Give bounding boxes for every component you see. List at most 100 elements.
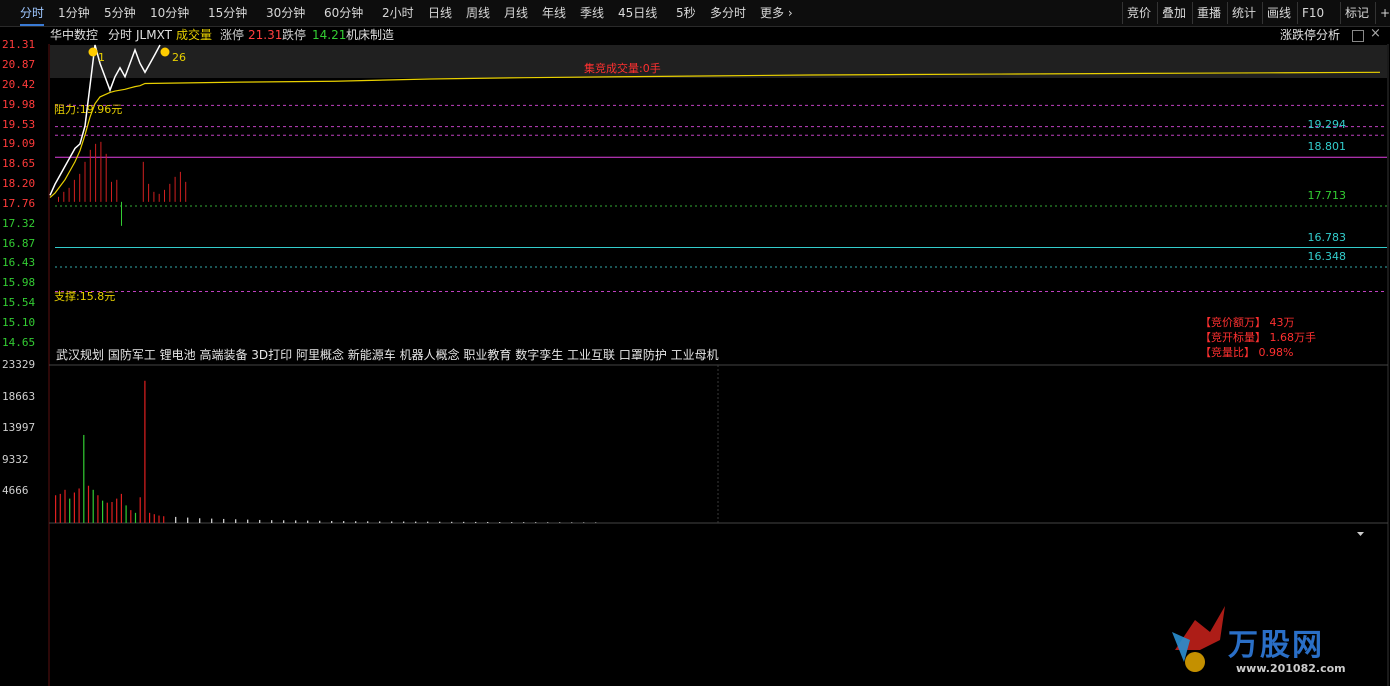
volume-bar	[153, 514, 155, 523]
high-marker-2[interactable]	[160, 47, 170, 57]
volume-bar	[102, 500, 104, 523]
momentum-bar	[63, 191, 65, 202]
price-tick: 19.09	[2, 137, 36, 151]
level-value: 16.348	[1307, 250, 1347, 264]
volume-bar	[547, 522, 549, 523]
high-marker-1[interactable]	[88, 47, 98, 57]
marker-label-2: 26	[172, 51, 186, 64]
volume-bar	[120, 493, 122, 523]
volume-bar	[247, 519, 249, 523]
auction-stat-value: 43万	[1266, 316, 1295, 329]
momentum-bar	[105, 153, 107, 202]
momentum-bar	[84, 161, 86, 202]
volume-bar	[130, 510, 132, 523]
volume-bar	[415, 521, 417, 523]
momentum-bar	[58, 196, 59, 202]
price-tick: 19.53	[2, 117, 36, 131]
momentum-bar	[185, 181, 187, 202]
support-label: 支撑:15.8元	[54, 290, 116, 303]
volume-bar	[511, 522, 513, 523]
momentum-bar	[73, 179, 75, 202]
auction-stat-row: 【竞价额万】 43万	[1200, 316, 1295, 329]
level-value: 18.801	[1307, 140, 1347, 154]
volume-bar	[535, 522, 537, 523]
price-tick: 18.65	[2, 157, 36, 171]
momentum-bar	[142, 161, 144, 202]
dropdown-icon[interactable]	[1357, 532, 1364, 536]
intraday-chart[interactable]	[0, 0, 1390, 686]
level-value: 16.783	[1307, 230, 1347, 244]
momentum-bar	[121, 201, 122, 226]
volume-bar	[55, 495, 57, 523]
volume-bar	[259, 519, 261, 523]
auction-volume-label: 集竞成交量:0手	[584, 62, 661, 75]
volume-bar	[307, 520, 309, 523]
volume-bar	[223, 518, 225, 523]
price-tick: 16.43	[2, 256, 36, 270]
volume-bar	[211, 518, 213, 523]
volume-bar	[111, 502, 113, 523]
price-tick: 17.76	[2, 196, 36, 210]
price-tick: 15.10	[2, 315, 36, 329]
volume-bar	[92, 489, 94, 523]
auction-stat-value: 0.98%	[1255, 346, 1294, 359]
volume-bar	[475, 521, 477, 523]
volume-bar	[83, 434, 85, 523]
momentum-bar	[148, 183, 150, 202]
volume-bar	[595, 522, 597, 523]
momentum-bar	[100, 141, 102, 202]
volume-bar	[139, 497, 141, 523]
concept-tags[interactable]: 武汉规划 国防军工 锂电池 高端装备 3D打印 阿里概念 新能源车 机器人概念 …	[56, 349, 719, 362]
volume-bar	[523, 522, 525, 523]
volume-bar	[487, 521, 489, 523]
watermark-brand: 万股网	[1228, 628, 1324, 663]
volume-bar	[439, 521, 441, 523]
auction-stat-row: 【竞量比】 0.98%	[1200, 346, 1293, 359]
momentum-bar	[68, 187, 70, 202]
momentum-bar	[89, 149, 91, 202]
volume-bar	[73, 492, 75, 523]
volume-bar	[451, 521, 453, 523]
price-tick: 15.98	[2, 276, 36, 290]
momentum-bar	[116, 179, 118, 202]
volume-bar	[559, 522, 561, 523]
price-tick: 20.87	[2, 57, 36, 71]
volume-bar	[158, 515, 160, 523]
volume-bar	[391, 521, 393, 523]
price-tick: 18.20	[2, 177, 36, 191]
volume-tick: 4666	[2, 484, 29, 498]
auction-stat-label: 【竞价额万】	[1200, 316, 1266, 329]
momentum-bar	[153, 191, 155, 202]
volume-bar	[379, 521, 381, 523]
price-tick: 21.31	[2, 38, 36, 51]
volume-tick: 23329	[2, 358, 36, 371]
momentum-bar	[95, 143, 97, 202]
volume-bar	[175, 516, 177, 523]
price-tick: 15.54	[2, 296, 36, 310]
volume-bar	[499, 522, 501, 523]
momentum-bar	[111, 181, 112, 202]
volume-bar	[271, 520, 273, 523]
price-tick: 17.32	[2, 216, 36, 230]
auction-stat-value: 1.68万手	[1266, 331, 1316, 344]
volume-bar	[235, 519, 237, 523]
momentum-bar	[174, 176, 176, 202]
momentum-bar	[179, 171, 181, 202]
volume-bar	[187, 517, 189, 523]
volume-bar	[69, 498, 71, 523]
volume-bar	[149, 512, 151, 523]
volume-bar	[134, 512, 137, 523]
level-value: 17.713	[1307, 188, 1347, 202]
auction-stat-label: 【竞开标量】	[1200, 331, 1266, 344]
price-tick: 20.42	[2, 77, 36, 91]
momentum-bar	[79, 173, 81, 202]
volume-bar	[283, 520, 285, 523]
watermark-url: www.201082.com	[1236, 662, 1346, 675]
volume-bar	[163, 516, 165, 523]
volume-bar	[64, 489, 66, 523]
volume-bar	[78, 488, 80, 523]
momentum-bar	[158, 193, 160, 202]
volume-bar	[403, 521, 405, 523]
momentum-bar	[169, 183, 171, 202]
volume-bar	[427, 521, 429, 523]
